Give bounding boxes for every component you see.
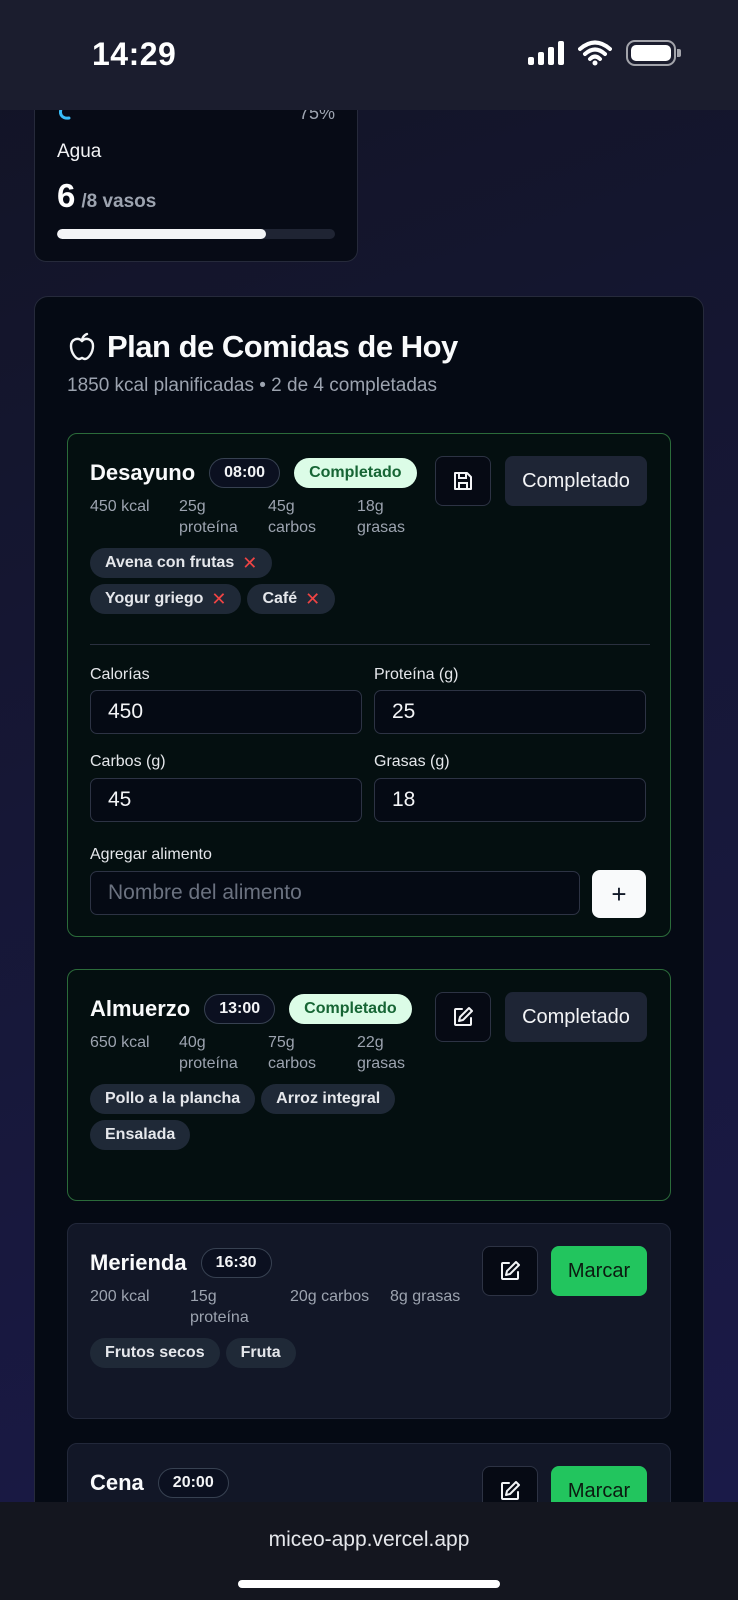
apple-icon bbox=[69, 332, 95, 361]
signal-icon bbox=[528, 41, 564, 65]
add-food-label: Agregar alimento bbox=[90, 846, 212, 863]
mark-button[interactable]: Marcar bbox=[551, 1246, 647, 1296]
edit-button[interactable] bbox=[482, 1246, 538, 1296]
food-tag: Arroz integral bbox=[261, 1084, 396, 1114]
completed-button[interactable]: Completado bbox=[505, 992, 647, 1042]
completed-button[interactable]: Completado bbox=[505, 456, 647, 506]
food-tags: Frutos secos Fruta bbox=[90, 1338, 490, 1368]
meal-time: 13:00 bbox=[204, 994, 276, 1024]
fat-label: Grasas (g) bbox=[374, 753, 450, 770]
water-label: Agua bbox=[57, 141, 102, 162]
food-tag: Pollo a la plancha bbox=[90, 1084, 256, 1114]
meal-carbs: 20g carbos bbox=[290, 1288, 370, 1305]
url-text[interactable]: miceo-app.vercel.app bbox=[0, 1528, 738, 1552]
meal-carbs: 45g carbos bbox=[268, 498, 317, 536]
meal-plan-card: Plan de Comidas de Hoy 1850 kcal planifi… bbox=[34, 296, 704, 1556]
edit-icon bbox=[454, 1007, 473, 1026]
meal-kcal: 450 kcal bbox=[90, 498, 150, 515]
add-food-input[interactable]: Nombre del alimento bbox=[90, 871, 580, 915]
meal-protein: 15g proteína bbox=[190, 1288, 249, 1326]
meal-time: 16:30 bbox=[200, 1248, 272, 1278]
meal-card-desayuno: Desayuno 08:00 Completado 450 kcal 25g pr… bbox=[67, 433, 671, 937]
meal-header: Merienda 16:30 bbox=[90, 1248, 272, 1278]
meal-name: Desayuno bbox=[90, 460, 196, 485]
meal-time: 08:00 bbox=[209, 458, 281, 488]
water-count: 6 bbox=[57, 177, 76, 214]
battery-icon bbox=[626, 40, 681, 66]
food-tag: Frutos secos bbox=[90, 1338, 220, 1368]
food-tag: Avena con frutas ✕ bbox=[90, 548, 273, 578]
fat-input[interactable]: 18 bbox=[374, 778, 646, 822]
meal-kcal: 200 kcal bbox=[90, 1288, 150, 1305]
meal-name: Cena bbox=[90, 1470, 144, 1495]
water-unit: /8 vasos bbox=[81, 191, 157, 212]
divider bbox=[90, 644, 650, 645]
meal-name: Almuerzo bbox=[90, 996, 191, 1021]
carbs-input[interactable]: 45 bbox=[90, 778, 362, 822]
meal-kcal: 650 kcal bbox=[90, 1034, 150, 1051]
meal-protein: 40g proteína bbox=[179, 1034, 238, 1072]
home-indicator[interactable] bbox=[238, 1580, 500, 1588]
meal-fat: 22g grasas bbox=[357, 1034, 406, 1072]
food-tag: Yogur griego ✕ bbox=[90, 584, 242, 614]
calories-label: Calorías bbox=[90, 666, 150, 683]
remove-food-icon[interactable]: ✕ bbox=[211, 589, 226, 610]
meal-header: Cena 20:00 bbox=[90, 1468, 229, 1498]
meal-macros: 650 kcal 40g proteína 75g carbos 22g grasas bbox=[90, 1032, 446, 1074]
browser-url-bar: miceo-app.vercel.app bbox=[0, 1502, 738, 1600]
status-bar: 14:29 bbox=[0, 0, 738, 110]
edit-button[interactable] bbox=[435, 992, 491, 1042]
meal-macros: 450 kcal 25g proteína 45g carbos 18g grasas bbox=[90, 496, 446, 538]
meal-fat: 18g grasas bbox=[357, 498, 406, 536]
page-title: Plan de Comidas de Hoy bbox=[107, 329, 458, 364]
edit-icon bbox=[501, 1481, 520, 1500]
add-food-button[interactable]: + bbox=[592, 870, 646, 918]
food-tags: Pollo a la plancha Arroz integral Ensala… bbox=[90, 1084, 430, 1150]
completed-badge: Completado bbox=[289, 994, 412, 1024]
save-icon bbox=[454, 472, 472, 490]
status-time: 14:29 bbox=[92, 36, 177, 72]
edit-icon bbox=[501, 1261, 520, 1280]
remove-food-icon[interactable]: ✕ bbox=[242, 553, 257, 574]
completed-badge: Completado bbox=[294, 458, 417, 488]
food-tag: Ensalada bbox=[90, 1120, 191, 1150]
save-button[interactable] bbox=[435, 456, 491, 506]
meal-fat: 8g grasas bbox=[390, 1288, 461, 1305]
meal-header: Desayuno 08:00 Completado bbox=[90, 458, 417, 488]
water-progress-bar bbox=[57, 229, 335, 239]
meal-time: 20:00 bbox=[157, 1468, 229, 1498]
meal-protein: 25g proteína bbox=[179, 498, 238, 536]
wifi-icon bbox=[578, 40, 612, 66]
meal-carbs: 75g carbos bbox=[268, 1034, 317, 1072]
protein-input[interactable]: 25 bbox=[374, 690, 646, 734]
food-tags: Avena con frutas ✕ Yogur griego ✕ Café ✕ bbox=[90, 548, 380, 614]
water-progress-fill bbox=[57, 229, 266, 239]
remove-food-icon[interactable]: ✕ bbox=[305, 589, 320, 610]
calories-input[interactable]: 450 bbox=[90, 690, 362, 734]
meal-macros: 200 kcal 15g proteína 20g carbos 8g grasa… bbox=[90, 1286, 480, 1328]
meal-card-merienda: Merienda 16:30 200 kcal 15g proteína 20g … bbox=[67, 1223, 671, 1419]
water-value: 6 /8 vasos bbox=[57, 177, 156, 215]
status-icons bbox=[528, 40, 681, 66]
plan-header: Plan de Comidas de Hoy bbox=[67, 329, 458, 365]
meal-header: Almuerzo 13:00 Completado bbox=[90, 994, 412, 1024]
carbs-label: Carbos (g) bbox=[90, 753, 166, 770]
food-tag: Fruta bbox=[225, 1338, 296, 1368]
meal-name: Merienda bbox=[90, 1250, 187, 1275]
meal-card-almuerzo: Almuerzo 13:00 Completado 650 kcal 40g pr… bbox=[67, 969, 671, 1201]
food-tag: Café ✕ bbox=[247, 584, 336, 614]
protein-label: Proteína (g) bbox=[374, 666, 459, 683]
plus-icon: + bbox=[611, 878, 627, 909]
plan-subtitle: 1850 kcal planificadas • 2 de 4 completa… bbox=[67, 375, 437, 396]
